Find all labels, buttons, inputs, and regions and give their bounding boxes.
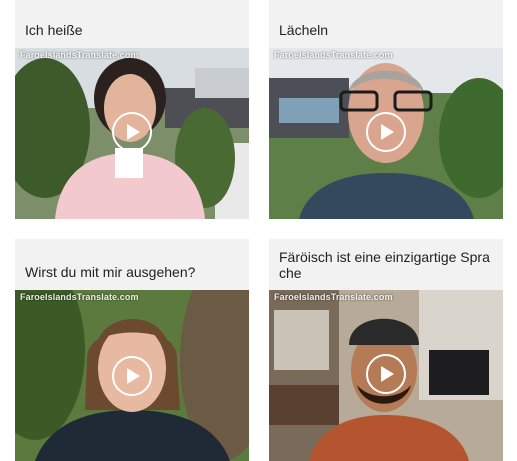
play-button[interactable] (112, 112, 152, 152)
watermark-text: FaroeIslandsTranslate.com (20, 50, 139, 60)
watermark-text: FaroeIslandsTranslate.com (20, 292, 139, 302)
video-title: Lächeln (279, 22, 329, 38)
play-icon (381, 366, 394, 382)
play-button[interactable] (366, 112, 406, 152)
video-card[interactable]: Lächeln FaroeIslandsTranslate.com (269, 0, 503, 219)
play-icon (127, 124, 140, 140)
play-button[interactable] (366, 354, 406, 394)
video-thumbnail[interactable]: FaroeIslandsTranslate.com (269, 48, 503, 219)
watermark-text: FaroeIslandsTranslate.com (274, 50, 393, 60)
watermark-text: FaroeIslandsTranslate.com (274, 292, 393, 302)
video-title-line-1: Färöisch ist eine einzigartige Spra (279, 249, 490, 265)
video-card[interactable]: Ich heiße FaroeIslandsTranslate.com (15, 0, 249, 219)
video-title: Ich heiße (25, 22, 83, 38)
play-button[interactable] (112, 356, 152, 396)
video-thumbnail[interactable]: FaroeIslandsTranslate.com (15, 48, 249, 219)
video-title: Wirst du mit mir ausgehen? (25, 264, 196, 280)
play-icon (381, 124, 394, 140)
video-thumbnail[interactable]: FaroeIslandsTranslate.com (269, 290, 503, 461)
video-thumbnail[interactable]: FaroeIslandsTranslate.com (15, 290, 249, 461)
play-icon (127, 368, 140, 384)
video-card[interactable]: Wirst du mit mir ausgehen? FaroeIslandsT… (15, 239, 249, 461)
video-card[interactable]: Färöisch ist eine einzigartige Spra che … (269, 239, 503, 461)
video-title-line-2: che (279, 265, 302, 281)
